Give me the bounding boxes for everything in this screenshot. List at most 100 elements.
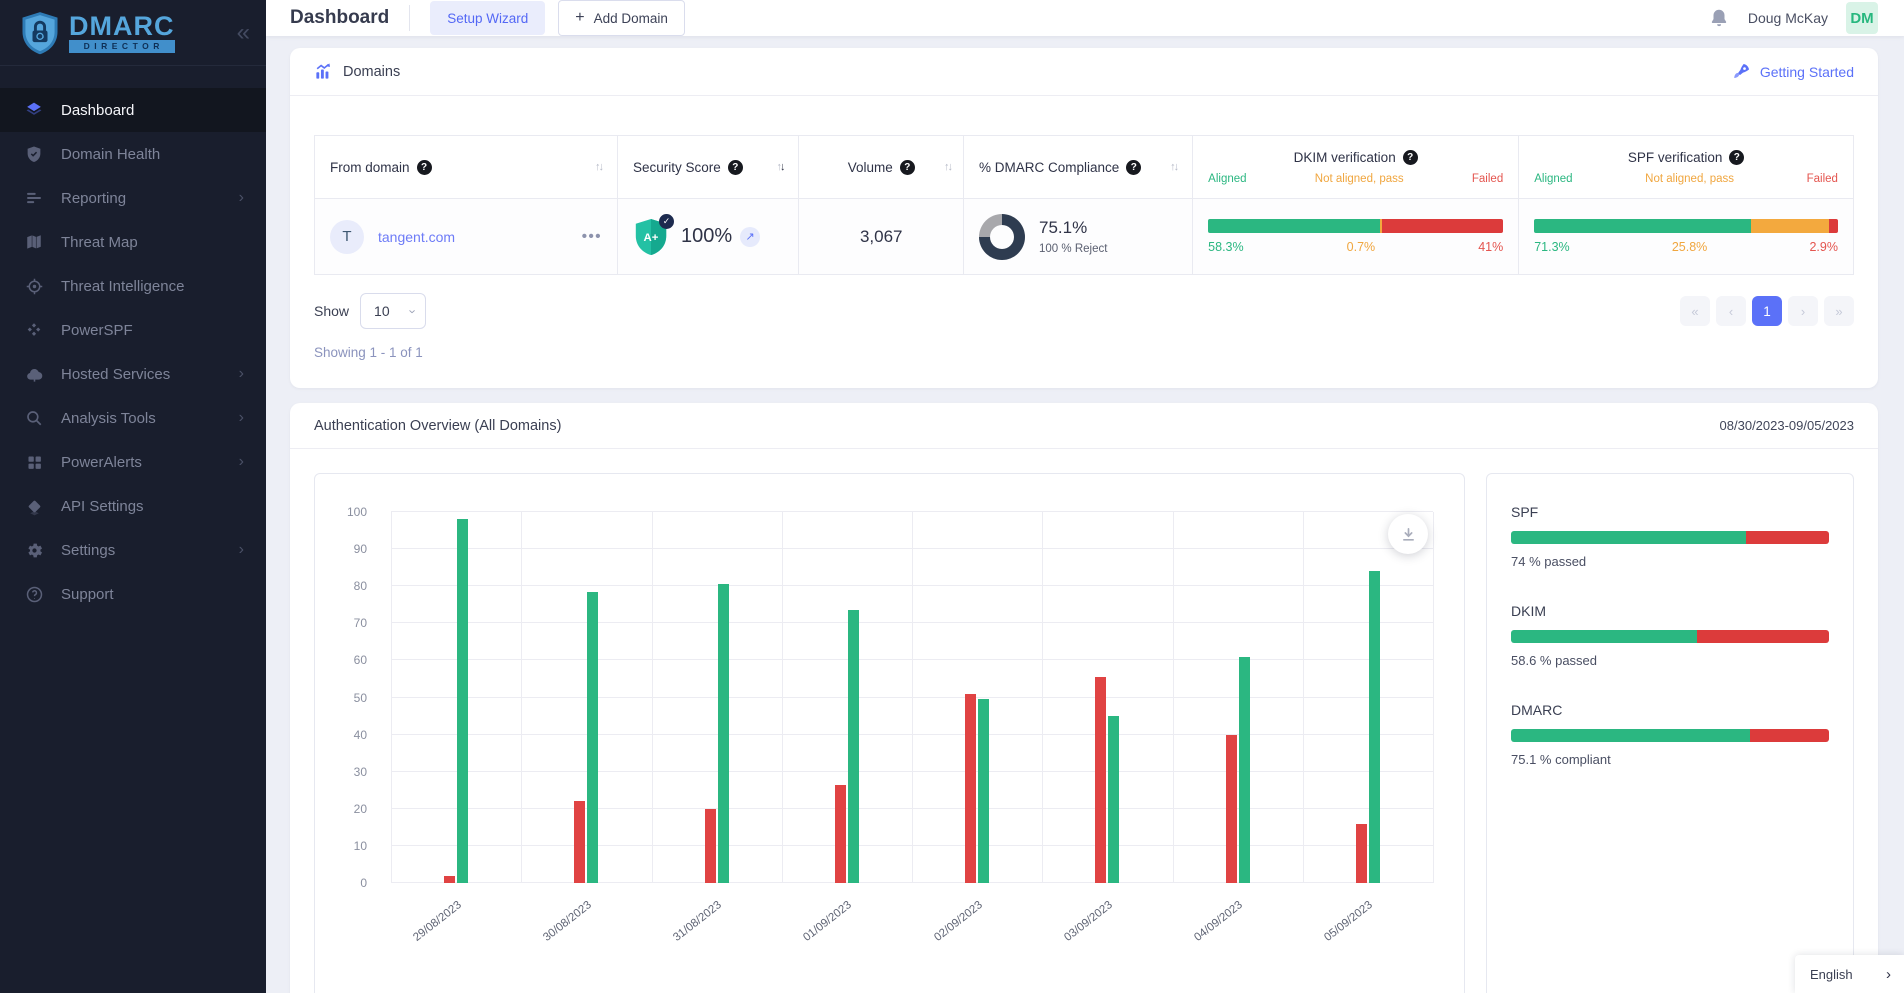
- sidebar-item-powerspf[interactable]: PowerSPF: [0, 308, 266, 352]
- verified-check-icon: ✓: [659, 214, 674, 229]
- topbar-divider: [409, 5, 410, 31]
- chart-download-button[interactable]: [1388, 514, 1428, 554]
- sidebar-item-threat-intelligence[interactable]: Threat Intelligence: [0, 264, 266, 308]
- pagination-page-1-button[interactable]: 1: [1752, 296, 1782, 326]
- subheader-failed: Failed: [1807, 173, 1838, 185]
- content: Domains Getting Started Fro: [266, 36, 1904, 993]
- score-expand-icon[interactable]: ↗: [740, 227, 760, 247]
- x-axis-label: 05/09/2023: [1323, 899, 1376, 944]
- x-axis-label: 01/09/2023: [802, 899, 855, 944]
- pagination-last-button[interactable]: »: [1824, 296, 1854, 326]
- bar-segment: [1829, 219, 1838, 233]
- x-axis-label: 29/08/2023: [411, 899, 464, 944]
- compliance-percent: 75.1%: [1039, 218, 1107, 238]
- bar-failed: [574, 801, 585, 883]
- y-axis-label: 0: [315, 876, 379, 890]
- dashboard-icon: [24, 100, 44, 120]
- sidebar-item-settings[interactable]: Settings›: [0, 528, 266, 572]
- row-actions-menu-icon[interactable]: •••: [582, 228, 602, 245]
- bar-failed: [1095, 677, 1106, 883]
- sidebar-collapse-icon[interactable]: «: [237, 21, 250, 45]
- summary-progress-bar: [1511, 630, 1829, 643]
- bar-passed: [978, 699, 989, 883]
- page-size-select[interactable]: 10 ›: [360, 293, 426, 329]
- subheader-aligned: Aligned: [1534, 173, 1572, 185]
- pagination-next-button[interactable]: ›: [1788, 296, 1818, 326]
- sidebar-item-analysis-tools[interactable]: Analysis Tools›: [0, 396, 266, 440]
- pagination-prev-button[interactable]: ‹: [1716, 296, 1746, 326]
- plus-icon: +: [575, 10, 584, 26]
- chevron-right-icon: ›: [239, 453, 244, 471]
- sidebar-item-label: Settings: [61, 542, 115, 559]
- summary-label: SPF: [1511, 504, 1829, 520]
- summary-label: DKIM: [1511, 603, 1829, 619]
- gridline: [782, 512, 783, 883]
- cell-dmarc-compliance: 75.1% 100 % Reject: [964, 199, 1193, 274]
- sidebar-item-reporting[interactable]: Reporting›: [0, 176, 266, 220]
- gridline: [1433, 512, 1434, 883]
- pagination-first-button[interactable]: «: [1680, 296, 1710, 326]
- bar-failed: [705, 809, 716, 883]
- show-label: Show: [314, 303, 349, 319]
- summary-text: 58.6 % passed: [1511, 653, 1829, 668]
- gridline: [912, 512, 913, 883]
- header-volume: Volume? ↑↓: [799, 136, 964, 198]
- sort-from-domain[interactable]: ↑↓: [595, 161, 602, 173]
- header-dmarc-compliance: % DMARC Compliance? ↑↓: [964, 136, 1193, 198]
- y-axis-label: 70: [315, 616, 379, 630]
- svg-text:A+: A+: [644, 231, 659, 243]
- help-icon[interactable]: ?: [1403, 150, 1418, 165]
- y-axis: 0102030405060708090100: [315, 512, 379, 883]
- add-domain-button[interactable]: + Add Domain: [558, 0, 685, 36]
- sidebar-item-support[interactable]: Support: [0, 572, 266, 616]
- gridline: [391, 512, 392, 883]
- sort-security-score[interactable]: ↑↓: [776, 161, 783, 173]
- y-axis-label: 60: [315, 653, 379, 667]
- dkim-not-aligned-value: 0.7%: [1347, 240, 1376, 254]
- main-area: Dashboard Setup Wizard + Add Domain Doug…: [266, 0, 1904, 993]
- threat-intelligence-icon: [24, 276, 44, 296]
- rocket-icon: [1732, 62, 1751, 81]
- setup-wizard-button[interactable]: Setup Wizard: [430, 1, 545, 35]
- notifications-bell-icon[interactable]: [1708, 7, 1730, 29]
- bar-passed: [1369, 571, 1380, 883]
- powerspf-icon: [24, 320, 44, 340]
- sidebar-item-api-settings[interactable]: API Settings: [0, 484, 266, 528]
- user-avatar[interactable]: DM: [1846, 2, 1878, 34]
- domain-avatar: T: [330, 220, 364, 254]
- topbar: Dashboard Setup Wizard + Add Domain Doug…: [266, 0, 1904, 36]
- help-icon[interactable]: ?: [728, 160, 743, 175]
- sort-volume[interactable]: ↑↓: [944, 161, 951, 173]
- sidebar-item-threat-map[interactable]: Threat Map: [0, 220, 266, 264]
- domain-link[interactable]: tangent.com: [378, 229, 455, 245]
- y-axis-label: 30: [315, 765, 379, 779]
- bar-failed: [444, 876, 455, 883]
- bar-failed: [1226, 735, 1237, 883]
- help-icon[interactable]: ?: [417, 160, 432, 175]
- help-icon[interactable]: ?: [1126, 160, 1141, 175]
- help-icon[interactable]: ?: [900, 160, 915, 175]
- sort-compliance[interactable]: ↑↓: [1170, 161, 1177, 173]
- bar-passed: [457, 519, 468, 883]
- domains-chart-icon: [314, 62, 333, 81]
- x-axis-label: 31/08/2023: [671, 899, 724, 944]
- summary-text: 74 % passed: [1511, 554, 1829, 569]
- bar-passed: [848, 610, 859, 883]
- security-score-value: 100%: [681, 225, 732, 248]
- help-icon[interactable]: ?: [1729, 150, 1744, 165]
- cell-spf: 71.3% 25.8% 2.9%: [1519, 199, 1853, 274]
- sidebar-item-hosted-services[interactable]: Hosted Services›: [0, 352, 266, 396]
- getting-started-link[interactable]: Getting Started: [1732, 62, 1854, 81]
- table-row: T tangent.com ••• A+ ✓: [315, 199, 1853, 274]
- chevron-right-icon: ›: [239, 365, 244, 383]
- sidebar-item-label: Support: [61, 586, 114, 603]
- sidebar-item-domain-health[interactable]: Domain Health: [0, 132, 266, 176]
- sidebar-item-poweralerts[interactable]: PowerAlerts›: [0, 440, 266, 484]
- user-name[interactable]: Doug McKay: [1748, 10, 1828, 26]
- x-axis-label: 30/08/2023: [541, 899, 594, 944]
- spf-not-aligned-value: 25.8%: [1672, 240, 1707, 254]
- bar-passed: [718, 584, 729, 883]
- date-range: 08/30/2023-09/05/2023: [1720, 418, 1854, 433]
- sidebar-item-dashboard[interactable]: Dashboard: [0, 88, 266, 132]
- language-selector[interactable]: English ›: [1795, 955, 1904, 993]
